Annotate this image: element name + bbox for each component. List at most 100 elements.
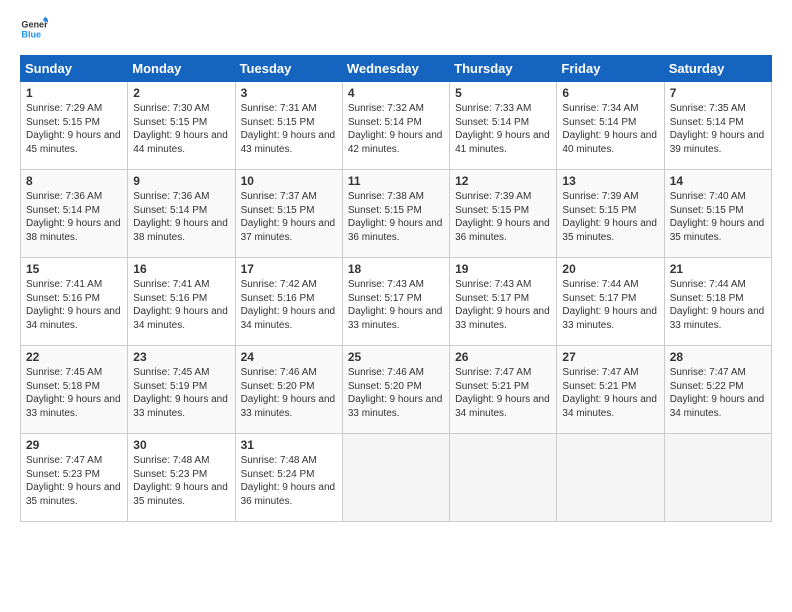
calendar-cell: 2Sunrise: 7:30 AMSunset: 5:15 PMDaylight… xyxy=(128,82,235,170)
cell-content: Sunrise: 7:44 AMSunset: 5:17 PMDaylight:… xyxy=(562,278,659,332)
header-wednesday: Wednesday xyxy=(342,56,449,82)
day-number: 12 xyxy=(455,174,552,188)
cell-content: Sunrise: 7:32 AMSunset: 5:14 PMDaylight:… xyxy=(348,102,445,156)
day-number: 7 xyxy=(670,86,767,100)
cell-content: Sunrise: 7:29 AMSunset: 5:15 PMDaylight:… xyxy=(26,102,123,156)
header-thursday: Thursday xyxy=(450,56,557,82)
calendar-cell: 21 Sunrise: 7:44 AMSunset: 5:18 PMDayligh… xyxy=(664,258,771,346)
cell-content: Sunrise: 7:38 AMSunset: 5:15 PMDaylight:… xyxy=(348,190,445,244)
calendar-cell: 22 Sunrise: 7:45 AMSunset: 5:18 PMDayligh… xyxy=(21,346,128,434)
day-number: 6 xyxy=(562,86,659,100)
calendar-cell: 4 Sunrise: 7:32 AMSunset: 5:14 PMDaylight… xyxy=(342,82,449,170)
cell-content: Sunrise: 7:41 AMSunset: 5:16 PMDaylight:… xyxy=(133,278,230,332)
day-number: 5 xyxy=(455,86,552,100)
day-number: 23 xyxy=(133,350,230,364)
cell-content: Sunrise: 7:46 AMSunset: 5:20 PMDaylight:… xyxy=(241,366,338,420)
cell-content: Sunrise: 7:39 AMSunset: 5:15 PMDaylight:… xyxy=(455,190,552,244)
calendar-cell: 25 Sunrise: 7:46 AMSunset: 5:20 PMDayligh… xyxy=(342,346,449,434)
calendar-cell xyxy=(557,434,664,522)
day-number: 16 xyxy=(133,262,230,276)
calendar-cell: 27Sunrise: 7:47 AMSunset: 5:21 PMDayligh… xyxy=(557,346,664,434)
week-row-4: 22 Sunrise: 7:45 AMSunset: 5:18 PMDayligh… xyxy=(21,346,772,434)
day-number: 22 xyxy=(26,350,123,364)
calendar-cell xyxy=(450,434,557,522)
cell-content: Sunrise: 7:47 AMSunset: 5:23 PMDaylight:… xyxy=(26,454,123,508)
calendar-cell: 30Sunrise: 7:48 AMSunset: 5:23 PMDayligh… xyxy=(128,434,235,522)
cell-content: Sunrise: 7:35 AMSunset: 5:14 PMDaylight:… xyxy=(670,102,767,156)
cell-content: Sunrise: 7:45 AMSunset: 5:19 PMDaylight:… xyxy=(133,366,230,420)
cell-content: Sunrise: 7:47 AMSunset: 5:21 PMDaylight:… xyxy=(455,366,552,420)
cell-content: Sunrise: 7:46 AMSunset: 5:20 PMDaylight:… xyxy=(348,366,445,420)
cell-content: Sunrise: 7:44 AMSunset: 5:18 PMDaylight:… xyxy=(670,278,767,332)
page-container: General Blue SundayMondayTuesdayWednesda… xyxy=(0,0,792,532)
day-number: 10 xyxy=(241,174,338,188)
header-friday: Friday xyxy=(557,56,664,82)
day-number: 27 xyxy=(562,350,659,364)
logo-icon: General Blue xyxy=(20,15,48,43)
day-number: 31 xyxy=(241,438,338,452)
calendar-cell: 1 Sunrise: 7:29 AMSunset: 5:15 PMDaylight… xyxy=(21,82,128,170)
day-number: 28 xyxy=(670,350,767,364)
cell-content: Sunrise: 7:45 AMSunset: 5:18 PMDaylight:… xyxy=(26,366,123,420)
calendar-cell: 7 Sunrise: 7:35 AMSunset: 5:14 PMDaylight… xyxy=(664,82,771,170)
calendar-cell: 17 Sunrise: 7:42 AMSunset: 5:16 PMDayligh… xyxy=(235,258,342,346)
calendar-cell: 15Sunrise: 7:41 AMSunset: 5:16 PMDayligh… xyxy=(21,258,128,346)
calendar-cell: 5Sunrise: 7:33 AMSunset: 5:14 PMDaylight… xyxy=(450,82,557,170)
week-row-3: 15Sunrise: 7:41 AMSunset: 5:16 PMDayligh… xyxy=(21,258,772,346)
calendar-cell: 9Sunrise: 7:36 AMSunset: 5:14 PMDaylight… xyxy=(128,170,235,258)
header: General Blue xyxy=(20,15,772,43)
calendar-cell: 24 Sunrise: 7:46 AMSunset: 5:20 PMDayligh… xyxy=(235,346,342,434)
day-number: 20 xyxy=(562,262,659,276)
day-number: 3 xyxy=(241,86,338,100)
calendar-cell: 14Sunrise: 7:40 AMSunset: 5:15 PMDayligh… xyxy=(664,170,771,258)
calendar-cell: 16 Sunrise: 7:41 AMSunset: 5:16 PMDayligh… xyxy=(128,258,235,346)
calendar-cell xyxy=(342,434,449,522)
cell-content: Sunrise: 7:36 AMSunset: 5:14 PMDaylight:… xyxy=(133,190,230,244)
cell-content: Sunrise: 7:31 AMSunset: 5:15 PMDaylight:… xyxy=(241,102,338,156)
cell-content: Sunrise: 7:43 AMSunset: 5:17 PMDaylight:… xyxy=(348,278,445,332)
cell-content: Sunrise: 7:48 AMSunset: 5:24 PMDaylight:… xyxy=(241,454,338,508)
svg-text:General: General xyxy=(21,20,48,30)
day-number: 25 xyxy=(348,350,445,364)
calendar-cell: 23 Sunrise: 7:45 AMSunset: 5:19 PMDayligh… xyxy=(128,346,235,434)
calendar-cell: 20 Sunrise: 7:44 AMSunset: 5:17 PMDayligh… xyxy=(557,258,664,346)
calendar-cell: 11 Sunrise: 7:38 AMSunset: 5:15 PMDayligh… xyxy=(342,170,449,258)
logo: General Blue xyxy=(20,15,52,43)
calendar-cell: 31 Sunrise: 7:48 AMSunset: 5:24 PMDayligh… xyxy=(235,434,342,522)
header-tuesday: Tuesday xyxy=(235,56,342,82)
calendar-cell: 6 Sunrise: 7:34 AMSunset: 5:14 PMDaylight… xyxy=(557,82,664,170)
calendar-cell xyxy=(664,434,771,522)
day-number: 18 xyxy=(348,262,445,276)
cell-content: Sunrise: 7:39 AMSunset: 5:15 PMDaylight:… xyxy=(562,190,659,244)
cell-content: Sunrise: 7:48 AMSunset: 5:23 PMDaylight:… xyxy=(133,454,230,508)
calendar-cell: 18 Sunrise: 7:43 AMSunset: 5:17 PMDayligh… xyxy=(342,258,449,346)
header-monday: Monday xyxy=(128,56,235,82)
day-number: 21 xyxy=(670,262,767,276)
cell-content: Sunrise: 7:43 AMSunset: 5:17 PMDaylight:… xyxy=(455,278,552,332)
day-number: 11 xyxy=(348,174,445,188)
calendar-cell: 19 Sunrise: 7:43 AMSunset: 5:17 PMDayligh… xyxy=(450,258,557,346)
week-row-5: 29 Sunrise: 7:47 AMSunset: 5:23 PMDayligh… xyxy=(21,434,772,522)
day-number: 29 xyxy=(26,438,123,452)
week-row-1: 1 Sunrise: 7:29 AMSunset: 5:15 PMDaylight… xyxy=(21,82,772,170)
calendar-cell: 29 Sunrise: 7:47 AMSunset: 5:23 PMDayligh… xyxy=(21,434,128,522)
day-number: 17 xyxy=(241,262,338,276)
day-number: 19 xyxy=(455,262,552,276)
svg-text:Blue: Blue xyxy=(21,29,41,39)
cell-content: Sunrise: 7:34 AMSunset: 5:14 PMDaylight:… xyxy=(562,102,659,156)
header-sunday: Sunday xyxy=(21,56,128,82)
calendar-cell: 26 Sunrise: 7:47 AMSunset: 5:21 PMDayligh… xyxy=(450,346,557,434)
calendar-cell: 13Sunrise: 7:39 AMSunset: 5:15 PMDayligh… xyxy=(557,170,664,258)
cell-content: Sunrise: 7:47 AMSunset: 5:22 PMDaylight:… xyxy=(670,366,767,420)
cell-content: Sunrise: 7:42 AMSunset: 5:16 PMDaylight:… xyxy=(241,278,338,332)
day-number: 24 xyxy=(241,350,338,364)
day-number: 14 xyxy=(670,174,767,188)
cell-content: Sunrise: 7:36 AMSunset: 5:14 PMDaylight:… xyxy=(26,190,123,244)
header-saturday: Saturday xyxy=(664,56,771,82)
calendar-body: 1 Sunrise: 7:29 AMSunset: 5:15 PMDaylight… xyxy=(21,82,772,522)
day-number: 4 xyxy=(348,86,445,100)
day-number: 26 xyxy=(455,350,552,364)
day-number: 1 xyxy=(26,86,123,100)
day-number: 8 xyxy=(26,174,123,188)
calendar-table: SundayMondayTuesdayWednesdayThursdayFrid… xyxy=(20,55,772,522)
